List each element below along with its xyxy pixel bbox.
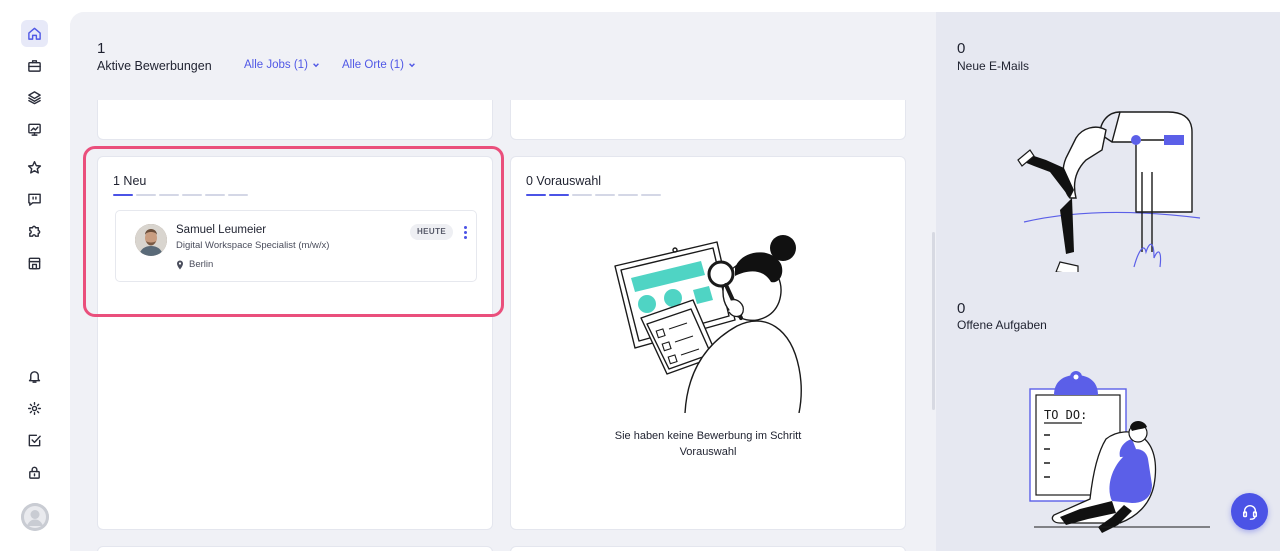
lock-icon	[29, 466, 40, 479]
filter-jobs-dropdown[interactable]: Alle Jobs (1)	[244, 59, 320, 71]
filter-jobs-label: Alle Jobs (1)	[244, 59, 308, 71]
nav-tasks[interactable]	[21, 427, 48, 454]
layers-icon	[28, 91, 41, 105]
star-icon	[27, 160, 42, 174]
chevron-down-icon	[313, 63, 319, 68]
nav-favorites[interactable]	[21, 154, 48, 181]
message-square-icon	[28, 193, 41, 206]
header-bar: 1 Aktive Bewerbungen Alle Jobs (1) Alle …	[70, 12, 936, 100]
nav-integrations[interactable]	[21, 218, 48, 245]
new-emails-label: Neue E-Mails	[957, 59, 1030, 73]
kebab-dot-icon	[463, 230, 467, 234]
chevron-down-icon	[409, 63, 415, 68]
column-preselection-title: 0 Vorauswahl	[526, 174, 602, 188]
nav-settings[interactable]	[21, 395, 48, 422]
candidate-location: Berlin	[176, 259, 213, 270]
nav-home[interactable]	[21, 20, 48, 47]
candidate-photo	[135, 224, 167, 256]
column-new-title: 1 Neu	[113, 174, 147, 188]
filter-locations-dropdown[interactable]: Alle Orte (1)	[342, 59, 416, 71]
filter-locations-label: Alle Orte (1)	[342, 59, 404, 71]
todo-illustration: TO DO:	[1029, 371, 1210, 533]
nav-jobs[interactable]	[21, 52, 48, 79]
active-applications-count: 1	[97, 40, 106, 57]
nav-analytics[interactable]	[21, 116, 48, 143]
nav-messages[interactable]	[21, 186, 48, 213]
nav-privacy[interactable]	[21, 459, 48, 486]
mailbox-illustration	[1017, 111, 1201, 272]
headset-icon	[1242, 504, 1257, 520]
briefcase-icon	[28, 60, 41, 72]
kebab-dot-icon	[463, 225, 467, 229]
nav-notifications[interactable]	[21, 363, 48, 390]
store-icon	[28, 257, 41, 270]
nav-layers[interactable]	[21, 84, 48, 111]
candidate-role: Digital Workspace Specialist (m/w/x)	[176, 240, 330, 251]
user-avatar[interactable]	[21, 503, 49, 531]
home-icon	[28, 27, 41, 40]
todo-heading: TO DO:	[1044, 408, 1087, 422]
empty-state-illustration	[614, 235, 802, 413]
nav-careers-page[interactable]	[21, 250, 48, 277]
presentation-chart-icon	[28, 123, 41, 136]
bell-icon	[28, 371, 41, 383]
pipeline-card-bottom-left	[97, 546, 493, 551]
candidate-location-text: Berlin	[189, 259, 214, 270]
status-badge: HEUTE	[410, 224, 454, 240]
empty-state-line-2: Vorauswahl	[679, 446, 737, 458]
open-tasks-count: 0	[957, 300, 966, 317]
sidebar	[0, 0, 70, 551]
candidate-card[interactable]: Samuel Leumeier Digital Workspace Specia…	[115, 210, 477, 282]
puzzle-icon	[29, 225, 41, 237]
active-applications-label: Aktive Bewerbungen	[97, 59, 212, 73]
pipeline-card-bottom-right	[510, 546, 906, 551]
main-scrollbar[interactable]	[932, 232, 935, 410]
empty-state-message: Sie haben keine Bewerbung im Schritt Vor…	[510, 428, 906, 460]
column-preselection-progress	[526, 194, 661, 196]
new-emails-count: 0	[957, 40, 966, 57]
open-tasks-label: Offene Aufgaben	[957, 318, 1047, 332]
checkbox-icon	[28, 434, 41, 447]
empty-state-line-1: Sie haben keine Bewerbung im Schritt	[614, 430, 802, 442]
column-new-progress	[113, 194, 248, 196]
kebab-dot-icon	[463, 235, 467, 239]
help-chat-button[interactable]	[1231, 493, 1268, 530]
more-options-button[interactable]	[460, 224, 470, 240]
user-silhouette-icon	[21, 503, 49, 531]
right-panel: 0 Neue E-Mails 0 Offene Aufgaben TO DO:	[936, 12, 1280, 551]
location-pin-icon	[177, 260, 183, 269]
gear-icon	[27, 401, 42, 416]
candidate-name: Samuel Leumeier	[176, 224, 267, 236]
